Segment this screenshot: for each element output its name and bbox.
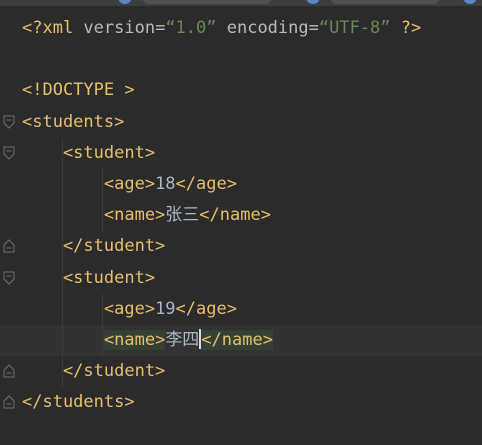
file-tab[interactable]	[330, 0, 440, 4]
file-tab[interactable]	[142, 0, 272, 4]
fold-open-icon[interactable]	[3, 115, 15, 129]
fold-open-icon[interactable]	[3, 271, 15, 285]
code-token: </name>	[201, 330, 273, 350]
file-tab-icon	[306, 0, 320, 4]
code-line-content: <!DOCTYPE >	[22, 75, 135, 106]
code-line[interactable]: <students>	[0, 107, 482, 138]
code-line-content: <name>张三</name>	[22, 200, 271, 231]
indent-guide	[102, 169, 103, 232]
code-token: </student>	[22, 236, 166, 257]
code-token: encoding=	[216, 18, 319, 38]
code-line[interactable]: </students>	[0, 387, 482, 418]
code-token: version=	[83, 18, 166, 38]
code-token: </students>	[22, 392, 135, 413]
indent-guide	[62, 137, 63, 388]
fold-close-icon[interactable]	[3, 364, 15, 378]
fold-open-icon[interactable]	[3, 146, 15, 160]
code-line[interactable]: <student>	[0, 263, 482, 294]
code-line[interactable]: <student>	[0, 138, 482, 169]
code-line-content: </students>	[22, 387, 135, 418]
code-token: <age>	[22, 174, 156, 194]
code-line-content: <?xml version=“1.0” encoding=“UTF-8” ?>	[22, 13, 421, 44]
code-token: <name>	[103, 330, 166, 350]
code-line[interactable]: <!DOCTYPE >	[0, 75, 482, 106]
code-token: ?>	[390, 18, 422, 38]
indent-guide	[102, 293, 103, 357]
code-token: <!DOCTYPE >	[22, 80, 135, 101]
code-line-content: <age>18</age>	[22, 169, 237, 200]
code-token: 李四	[165, 330, 200, 350]
code-line-content: <name>李四 </name>	[22, 325, 273, 356]
code-line[interactable]: <name>张三</name>	[0, 200, 482, 231]
fold-close-icon[interactable]	[3, 239, 15, 253]
fold-close-icon[interactable]	[3, 395, 15, 409]
code-editor[interactable]: <?xml version=“1.0” encoding=“UTF-8” ?> <…	[0, 0, 482, 445]
code-line[interactable]: <name>李四 </name>	[0, 325, 482, 356]
code-token: <student>	[22, 142, 156, 163]
code-line[interactable]: <?xml version=“1.0” encoding=“UTF-8” ?>	[0, 13, 482, 44]
code-token: <student>	[22, 267, 156, 288]
code-token: “UTF-8”	[318, 18, 391, 38]
file-tab-icon	[118, 0, 132, 4]
file-tab-icon	[463, 0, 477, 4]
code-token: </age>	[175, 174, 237, 194]
code-line-content: <student>	[22, 263, 155, 294]
code-token: </name>	[199, 205, 271, 226]
code-line[interactable]	[0, 44, 482, 75]
code-line-content: <student>	[22, 138, 155, 169]
code-token: </student>	[22, 361, 166, 382]
code-line[interactable]: </student>	[0, 356, 482, 387]
code-token: “1.0”	[165, 18, 217, 38]
code-line[interactable]: <age>19</age>	[0, 294, 482, 325]
code-line-content: </student>	[22, 231, 165, 262]
code-line[interactable]: </student>	[0, 231, 482, 262]
code-token: <age>	[22, 298, 156, 319]
editor-tab-strip[interactable]	[0, 0, 482, 6]
code-line[interactable]: <age>18</age>	[0, 169, 482, 200]
code-token: <name>	[22, 205, 166, 226]
code-line-content: <age>19</age>	[22, 294, 237, 325]
code-line-content: </student>	[22, 356, 165, 387]
code-token: <?xml	[22, 18, 84, 38]
code-token: 18	[155, 174, 176, 194]
code-token: <students>	[22, 111, 125, 132]
code-token: 张三	[165, 205, 200, 226]
code-token: </age>	[175, 298, 237, 319]
code-token: 19	[155, 298, 176, 319]
code-line-content: <students>	[22, 107, 124, 138]
